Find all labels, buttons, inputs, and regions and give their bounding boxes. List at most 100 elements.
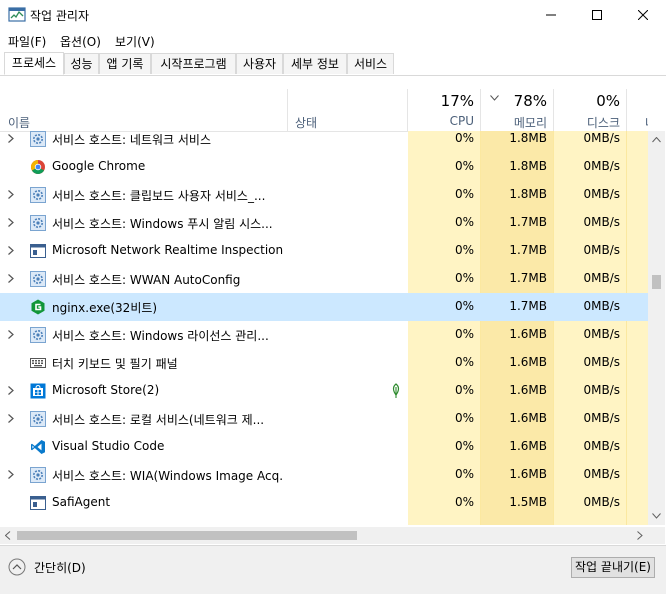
process-name: Visual Studio Code xyxy=(52,439,165,453)
process-name: Google Chrome xyxy=(52,159,146,173)
expand-chevron-icon[interactable] xyxy=(8,190,14,199)
expand-chevron-icon[interactable] xyxy=(8,470,14,479)
maximize-button[interactable] xyxy=(574,0,620,30)
vertical-scroll-thumb[interactable] xyxy=(652,275,661,289)
cpu-total-percent: 17% xyxy=(440,92,474,110)
gear-icon xyxy=(30,215,46,231)
process-row[interactable]: 서비스 호스트: Windows 푸시 알림 시스... 0% 1.7MB 0MB/s xyxy=(0,209,648,237)
scroll-right-icon[interactable] xyxy=(637,531,643,540)
gear-icon xyxy=(30,187,46,203)
column-disk-label: 디스크 xyxy=(586,116,620,130)
gear-icon xyxy=(30,131,46,147)
tab-app-history[interactable]: 앱 기록 xyxy=(99,53,151,74)
menu-view[interactable]: 보기(V) xyxy=(115,33,155,50)
tab-processes[interactable]: 프로세스 xyxy=(4,52,64,75)
process-row[interactable]: SafiAgent 0% 1.5MB 0MB/s xyxy=(0,489,648,517)
column-memory[interactable]: 78% 메모리 xyxy=(481,89,554,131)
nginx-icon xyxy=(30,299,46,315)
expand-chevron-icon[interactable] xyxy=(8,274,14,283)
scroll-down-icon[interactable] xyxy=(652,513,661,519)
process-name: 터치 키보드 및 필기 패널 xyxy=(52,357,178,371)
process-memory: 1.8MB xyxy=(509,131,547,145)
store-icon xyxy=(30,383,46,399)
process-memory: 1.6MB xyxy=(509,327,547,341)
minimize-button[interactable] xyxy=(528,0,574,30)
chrome-icon xyxy=(30,159,46,175)
process-row[interactable]: 서비스 호스트: 로컬 서비스(네트워크 제... 0% 1.6MB 0MB/s xyxy=(0,405,648,433)
column-name-label: 이름 xyxy=(8,116,31,130)
column-cpu[interactable]: 17% CPU xyxy=(408,89,481,131)
column-cpu-label: CPU xyxy=(449,114,474,128)
process-disk: 0MB/s xyxy=(583,271,620,285)
tab-performance[interactable]: 성능 xyxy=(64,53,99,74)
process-row[interactable]: nginx.exe(32비트) 0% 1.7MB 0MB/s xyxy=(0,293,648,321)
tab-details[interactable]: 세부 정보 xyxy=(283,53,347,74)
process-row[interactable]: Microsoft Network Realtime Inspection S.… xyxy=(0,237,648,265)
tab-bar: 프로세스 성능 앱 기록 시작프로그램 사용자 세부 정보 서비스 xyxy=(0,52,666,76)
process-memory: 1.8MB xyxy=(509,159,547,173)
tab-users[interactable]: 사용자 xyxy=(236,53,283,74)
process-disk: 0MB/s xyxy=(583,495,620,509)
process-row[interactable]: 서비스 호스트: WIA(Windows Image Acq... 0% 1.6MB… xyxy=(0,461,648,489)
column-network[interactable]: 네트 xyxy=(627,89,648,131)
process-disk: 0MB/s xyxy=(583,243,620,257)
process-row[interactable]: Visual Studio Code 0% 1.6MB 0MB/s xyxy=(0,433,648,461)
close-button[interactable] xyxy=(620,0,666,30)
process-disk: 0MB/s xyxy=(583,215,620,229)
process-disk: 0MB/s xyxy=(583,159,620,173)
process-list: 서비스 호스트: 네트워크 서비스 0% 1.8MB 0MB/s Google Chro… xyxy=(0,131,648,525)
process-disk: 0MB/s xyxy=(583,299,620,313)
process-name: Microsoft Network Realtime Inspection S.… xyxy=(52,243,284,257)
task-manager-icon xyxy=(8,7,26,22)
process-row[interactable]: 서비스 호스트: WWAN AutoConfig 0% 1.7MB 0MB/s xyxy=(0,265,648,293)
process-cpu: 0% xyxy=(454,355,474,369)
process-disk: 0MB/s xyxy=(583,187,620,201)
process-row[interactable]: 서비스 호스트: 네트워크 서비스 0% 1.8MB 0MB/s xyxy=(0,131,648,153)
scroll-left-icon[interactable] xyxy=(5,531,11,540)
end-task-button[interactable]: 작업 끝내기(E) xyxy=(571,557,655,578)
process-memory: 1.7MB xyxy=(509,243,547,257)
process-row[interactable]: 서비스 호스트: Windows 라이선스 관리... 0% 1.6MB 0MB/s xyxy=(0,321,648,349)
horizontal-scroll-thumb[interactable] xyxy=(17,531,357,540)
expand-chevron-icon[interactable] xyxy=(8,218,14,227)
process-memory: 1.6MB xyxy=(509,439,547,453)
expand-chevron-icon[interactable] xyxy=(8,134,14,143)
column-disk[interactable]: 0% 디스크 xyxy=(554,89,627,131)
scroll-up-icon[interactable] xyxy=(652,137,661,143)
tab-services[interactable]: 서비스 xyxy=(347,53,394,74)
process-memory: 1.7MB xyxy=(509,271,547,285)
column-name[interactable]: 이름 xyxy=(0,89,288,131)
title-bar: 작업 관리자 xyxy=(0,0,666,30)
close-icon xyxy=(638,10,648,20)
process-name: 서비스 호스트: Windows 푸시 알림 시스... xyxy=(52,217,273,231)
menu-options[interactable]: 옵션(O) xyxy=(60,33,101,50)
process-disk: 0MB/s xyxy=(583,355,620,369)
process-cpu: 0% xyxy=(454,383,474,397)
process-row[interactable]: Microsoft Store(2) 0% 1.6MB 0MB/s xyxy=(0,377,648,405)
process-disk: 0MB/s xyxy=(583,383,620,397)
column-status[interactable]: 상태 xyxy=(287,89,408,131)
expand-chevron-icon[interactable] xyxy=(8,414,14,423)
process-cpu: 0% xyxy=(454,187,474,201)
expand-chevron-icon[interactable] xyxy=(8,386,14,395)
expand-chevron-icon[interactable] xyxy=(8,246,14,255)
process-name: nginx.exe(32비트) xyxy=(52,301,158,315)
vertical-scrollbar[interactable] xyxy=(648,131,665,525)
sort-chevron-down-icon xyxy=(490,95,499,101)
process-row[interactable]: Google Chrome 0% 1.8MB 0MB/s xyxy=(0,153,648,181)
process-memory: 1.7MB xyxy=(509,215,547,229)
process-row[interactable]: 터치 키보드 및 필기 패널 0% 1.6MB 0MB/s xyxy=(0,349,648,377)
minimize-icon xyxy=(546,14,556,16)
maximize-icon xyxy=(592,10,602,20)
expand-chevron-icon[interactable] xyxy=(8,330,14,339)
disk-total-percent: 0% xyxy=(596,92,620,110)
process-row[interactable]: 서비스 호스트: 클립보드 사용자 서비스_... 0% 1.8MB 0MB/s xyxy=(0,181,648,209)
horizontal-scrollbar[interactable] xyxy=(0,527,648,544)
fewer-details-button[interactable]: 간단히(D) xyxy=(8,558,86,576)
menu-file[interactable]: 파일(F) xyxy=(8,33,46,50)
window-title: 작업 관리자 xyxy=(30,9,90,23)
memory-total-percent: 78% xyxy=(513,92,547,110)
footer: 간단히(D) 작업 끝내기(E) xyxy=(0,545,666,594)
tab-startup[interactable]: 시작프로그램 xyxy=(151,53,236,74)
process-name: 서비스 호스트: 네트워크 서비스 xyxy=(52,133,212,147)
